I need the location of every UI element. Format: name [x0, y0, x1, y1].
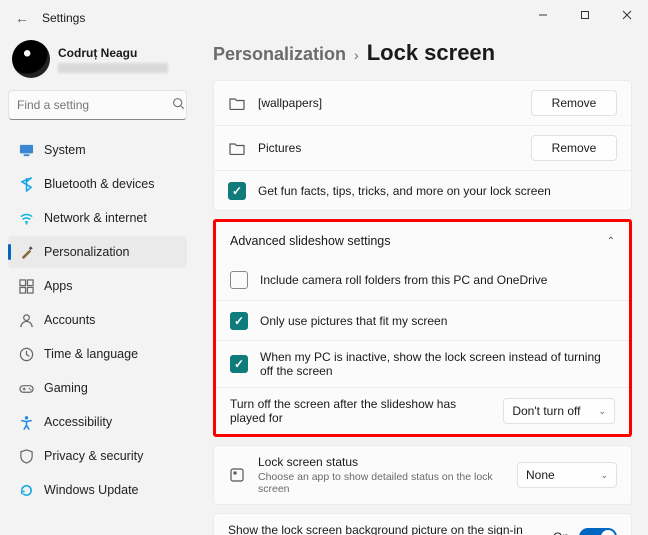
checkbox-checked[interactable] [230, 312, 248, 330]
chevron-down-icon: ⌄ [600, 470, 608, 481]
sidebar-item-apps[interactable]: Apps [8, 270, 187, 302]
search-input[interactable] [17, 98, 172, 112]
remove-button[interactable]: Remove [531, 90, 617, 116]
maximize-button[interactable] [564, 0, 606, 30]
remove-button[interactable]: Remove [531, 135, 617, 161]
minimize-button[interactable] [522, 0, 564, 30]
update-icon [18, 482, 34, 498]
titlebar: ← Settings [0, 0, 648, 36]
chevron-right-icon: › [354, 47, 359, 63]
sidebar-item-label: Windows Update [44, 483, 139, 497]
advanced-section-header[interactable]: Advanced slideshow settings ⌃ [216, 222, 629, 260]
folder-row: [wallpapers] Remove [214, 81, 631, 125]
search-input-wrapper[interactable] [8, 90, 187, 120]
page-title: Lock screen [367, 40, 495, 66]
paint-icon [18, 244, 34, 260]
folder-icon [228, 141, 246, 155]
sidebar-item-label: Personalization [44, 245, 129, 259]
checkbox-checked[interactable] [228, 182, 246, 200]
chevron-up-icon: ⌃ [607, 236, 615, 247]
display-icon [18, 142, 34, 158]
sidebar: Codruț Neagu System Bluetooth & devices Ne… [0, 36, 195, 535]
select-value: None [526, 468, 555, 482]
sidebar-item-privacy-security[interactable]: Privacy & security [8, 440, 187, 472]
lock-status-title: Lock screen status [258, 455, 505, 469]
sidebar-item-windows-update[interactable]: Windows Update [8, 474, 187, 506]
clock-icon [18, 346, 34, 362]
sidebar-item-gaming[interactable]: Gaming [8, 372, 187, 404]
lock-status-card[interactable]: Lock screen status Choose an app to show… [213, 445, 632, 505]
folder-icon [228, 96, 246, 110]
back-button[interactable]: ← [8, 10, 36, 26]
sidebar-item-system[interactable]: System [8, 134, 187, 166]
turnoff-select[interactable]: Don't turn off ⌄ [503, 398, 615, 424]
apps-icon [18, 278, 34, 294]
sidebar-item-label: Apps [44, 279, 73, 293]
folder-name: Pictures [258, 141, 519, 155]
option-label: Only use pictures that fit my screen [260, 314, 615, 328]
toggle-switch[interactable] [579, 528, 617, 535]
main-content: Personalization › Lock screen [wallpaper… [195, 36, 648, 535]
option-turnoff-after: Turn off the screen after the slideshow … [216, 387, 629, 434]
sidebar-item-label: System [44, 143, 86, 157]
breadcrumb: Personalization › Lock screen [213, 36, 632, 80]
nav-list: System Bluetooth & devices Network & inter… [8, 134, 187, 506]
toggle-state: On [553, 530, 569, 535]
search-icon [172, 97, 185, 113]
sidebar-item-network-internet[interactable]: Network & internet [8, 202, 187, 234]
option-inactive-lock[interactable]: When my PC is inactive, show the lock sc… [216, 340, 629, 387]
user-profile[interactable]: Codruț Neagu [8, 36, 187, 90]
person-icon [18, 312, 34, 328]
sidebar-item-label: Privacy & security [44, 449, 143, 463]
advanced-slideshow-highlight: Advanced slideshow settings ⌃ Include ca… [213, 219, 632, 437]
sidebar-item-label: Accounts [44, 313, 95, 327]
funfacts-label: Get fun facts, tips, tricks, and more on… [258, 184, 617, 198]
sidebar-item-label: Time & language [44, 347, 138, 361]
window-title: Settings [42, 11, 85, 25]
gaming-icon [18, 380, 34, 396]
user-email-redacted [58, 63, 168, 73]
user-name: Codruț Neagu [58, 46, 168, 60]
lock-status-icon [228, 467, 246, 483]
funfacts-row[interactable]: Get fun facts, tips, tricks, and more on… [214, 170, 631, 210]
sidebar-item-accessibility[interactable]: Accessibility [8, 406, 187, 438]
folders-card: [wallpapers] Remove Pictures Remove Get … [213, 80, 632, 211]
signin-picture-card[interactable]: Show the lock screen background picture … [213, 513, 632, 535]
sidebar-item-label: Accessibility [44, 415, 112, 429]
signin-label: Show the lock screen background picture … [228, 523, 541, 535]
lock-status-select[interactable]: None ⌄ [517, 462, 617, 488]
folder-row: Pictures Remove [214, 125, 631, 170]
folder-name: [wallpapers] [258, 96, 519, 110]
wifi-icon [18, 210, 34, 226]
chevron-down-icon: ⌄ [598, 406, 606, 417]
checkbox-unchecked[interactable] [230, 271, 248, 289]
sidebar-item-label: Bluetooth & devices [44, 177, 155, 191]
option-label: Turn off the screen after the slideshow … [230, 397, 491, 425]
option-label: Include camera roll folders from this PC… [260, 273, 615, 287]
advanced-title: Advanced slideshow settings [230, 234, 391, 248]
sidebar-item-label: Network & internet [44, 211, 147, 225]
option-camera-roll[interactable]: Include camera roll folders from this PC… [216, 260, 629, 300]
sidebar-item-bluetooth-devices[interactable]: Bluetooth & devices [8, 168, 187, 200]
sidebar-item-accounts[interactable]: Accounts [8, 304, 187, 336]
select-value: Don't turn off [512, 404, 580, 418]
sidebar-item-personalization[interactable]: Personalization [8, 236, 187, 268]
accessibility-icon [18, 414, 34, 430]
checkbox-checked[interactable] [230, 355, 248, 373]
breadcrumb-parent[interactable]: Personalization [213, 44, 346, 65]
sidebar-item-label: Gaming [44, 381, 88, 395]
option-fit-screen[interactable]: Only use pictures that fit my screen [216, 300, 629, 340]
bluetooth-icon [18, 176, 34, 192]
sidebar-item-time-language[interactable]: Time & language [8, 338, 187, 370]
shield-icon [18, 448, 34, 464]
option-label: When my PC is inactive, show the lock sc… [260, 350, 615, 378]
close-button[interactable] [606, 0, 648, 30]
avatar [12, 40, 50, 78]
lock-status-subtitle: Choose an app to show detailed status on… [258, 471, 505, 495]
